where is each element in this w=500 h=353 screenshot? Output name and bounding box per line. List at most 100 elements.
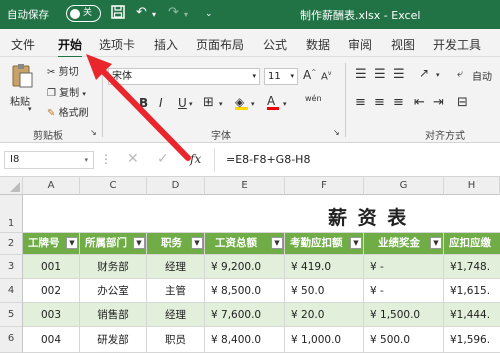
- filter-dropdown-icon[interactable]: ▼: [350, 237, 362, 249]
- tab-data[interactable]: 数据: [306, 36, 330, 53]
- tab-page-layout[interactable]: 页面布局: [196, 36, 244, 53]
- data-cell[interactable]: 主管: [147, 279, 205, 303]
- data-cell[interactable]: 财务部: [80, 255, 147, 279]
- data-cell[interactable]: ¥ 8,400.0: [205, 327, 285, 353]
- save-icon[interactable]: [111, 5, 125, 23]
- data-cell[interactable]: ¥ 8,500.0: [205, 279, 285, 303]
- column-header[interactable]: A: [23, 177, 80, 195]
- data-cell[interactable]: 001: [23, 255, 80, 279]
- data-cell[interactable]: 办公室: [80, 279, 147, 303]
- tab-home[interactable]: 开始: [58, 36, 83, 58]
- data-cell[interactable]: ¥ 1,500.0: [364, 303, 444, 327]
- decrease-indent-icon[interactable]: ⇤: [414, 95, 425, 110]
- header-cell[interactable]: 业绩奖金 ▼: [364, 233, 444, 255]
- data-cell[interactable]: 004: [23, 327, 80, 353]
- tab-file[interactable]: 文件: [11, 36, 35, 53]
- header-cell[interactable]: 职务 ▼: [147, 233, 205, 255]
- phonetic-guide-button[interactable]: wén: [305, 94, 322, 103]
- header-cell[interactable]: 所属部门 ▼: [80, 233, 147, 255]
- row-header[interactable]: 3: [0, 255, 23, 279]
- column-header[interactable]: D: [147, 177, 205, 195]
- filter-dropdown-icon[interactable]: ▼: [430, 237, 442, 249]
- font-color-dropdown-icon[interactable]: ▾: [283, 100, 287, 108]
- align-middle-icon[interactable]: ☰: [374, 67, 386, 82]
- data-cell[interactable]: ¥ 500.0: [364, 327, 444, 353]
- insert-function-button[interactable]: fx: [190, 152, 201, 166]
- shrink-font-button[interactable]: Av: [321, 70, 331, 82]
- data-cell[interactable]: ¥ 20.0: [285, 303, 364, 327]
- customize-toolbar-icon[interactable]: ⌄: [205, 9, 213, 19]
- merge-center-icon[interactable]: ⊟: [457, 95, 468, 110]
- more-options-icon[interactable]: ⋮: [100, 152, 112, 166]
- font-size-box[interactable]: 11 ▾: [264, 68, 298, 85]
- row-header[interactable]: 1: [0, 195, 23, 233]
- tab-insert[interactable]: 插入: [154, 36, 178, 53]
- data-cell[interactable]: ¥ 50.0: [285, 279, 364, 303]
- column-header[interactable]: C: [80, 177, 147, 195]
- undo-dropdown-icon[interactable]: ▾: [152, 10, 156, 19]
- row-header[interactable]: 4: [0, 279, 23, 303]
- font-name-box[interactable]: 宋体 ▾: [108, 68, 260, 85]
- enter-icon[interactable]: ✓: [157, 151, 169, 167]
- data-cell[interactable]: ¥ -: [364, 279, 444, 303]
- tab-developer[interactable]: 开发工具: [433, 36, 481, 53]
- column-header[interactable]: G: [364, 177, 444, 195]
- filter-dropdown-icon[interactable]: ▼: [133, 237, 145, 249]
- align-bottom-icon[interactable]: ☰: [393, 67, 405, 82]
- orientation-icon[interactable]: ↗: [419, 66, 429, 80]
- header-cell[interactable]: 考勤应扣额 ▼: [285, 233, 364, 255]
- data-cell[interactable]: ¥1,615.: [444, 279, 500, 303]
- redo-icon[interactable]: ↷: [168, 5, 179, 20]
- tab-options[interactable]: 选项卡: [99, 36, 135, 53]
- align-top-icon[interactable]: ☰: [355, 67, 367, 82]
- cancel-icon[interactable]: ✕: [127, 151, 139, 167]
- filter-dropdown-icon[interactable]: ▼: [271, 237, 283, 249]
- data-cell[interactable]: ¥ 419.0: [285, 255, 364, 279]
- borders-dropdown-icon[interactable]: ▾: [219, 100, 223, 108]
- data-cell[interactable]: 经理: [147, 303, 205, 327]
- fill-color-dropdown-icon[interactable]: ▾: [251, 100, 255, 108]
- paste-dropdown-icon[interactable]: ▾: [28, 105, 32, 113]
- underline-dropdown-icon[interactable]: ▾: [189, 100, 193, 108]
- name-box[interactable]: I8 ▾: [4, 151, 94, 169]
- format-painter-button[interactable]: ✎ 格式刷: [47, 104, 89, 119]
- filter-dropdown-icon[interactable]: ▼: [191, 237, 203, 249]
- row-header[interactable]: 2: [0, 233, 23, 255]
- select-all-corner[interactable]: [0, 177, 23, 195]
- grow-font-button[interactable]: A^: [303, 68, 316, 82]
- bold-button[interactable]: B: [139, 96, 148, 110]
- row-header[interactable]: 5: [0, 303, 23, 327]
- data-cell[interactable]: 003: [23, 303, 80, 327]
- align-right-icon[interactable]: ≡: [393, 95, 404, 110]
- data-cell[interactable]: ¥ -: [364, 255, 444, 279]
- data-cell[interactable]: ¥ 7,600.0: [205, 303, 285, 327]
- row-header[interactable]: 6: [0, 327, 23, 353]
- cut-button[interactable]: ✂ 剪切: [47, 63, 79, 78]
- align-center-icon[interactable]: ≡: [374, 95, 385, 110]
- wrap-text-label[interactable]: 自动: [472, 68, 492, 83]
- borders-icon[interactable]: ⊞: [203, 95, 214, 110]
- copy-button[interactable]: ❐ 复制 ▾: [47, 84, 86, 99]
- autosave-toggle[interactable]: 关: [66, 5, 101, 22]
- redo-dropdown-icon[interactable]: ▾: [184, 10, 188, 19]
- fill-color-icon[interactable]: ◈: [235, 95, 248, 110]
- data-cell[interactable]: ¥1,444.: [444, 303, 500, 327]
- title-cell[interactable]: 薪 资 表: [23, 195, 500, 233]
- header-cell[interactable]: 应扣应缴: [444, 233, 500, 255]
- header-cell[interactable]: 工牌号 ▼: [23, 233, 80, 255]
- tab-view[interactable]: 视图: [391, 36, 415, 53]
- clipboard-launcher-icon[interactable]: ↘: [90, 128, 97, 137]
- data-cell[interactable]: ¥ 9,200.0: [205, 255, 285, 279]
- align-left-icon[interactable]: ≡: [355, 95, 366, 110]
- data-cell[interactable]: ¥1,596.: [444, 327, 500, 353]
- font-color-button[interactable]: A: [267, 94, 279, 110]
- increase-indent-icon[interactable]: ⇥: [433, 95, 444, 110]
- formula-input[interactable]: =E8-F8+G8-H8: [226, 153, 310, 166]
- undo-icon[interactable]: ↶: [136, 5, 147, 20]
- data-cell[interactable]: ¥ 1,000.0: [285, 327, 364, 353]
- column-header[interactable]: F: [285, 177, 364, 195]
- underline-button[interactable]: U: [178, 96, 187, 110]
- header-cell[interactable]: 工资总额 ▼: [205, 233, 285, 255]
- column-header[interactable]: H: [444, 177, 500, 195]
- tab-formulas[interactable]: 公式: [263, 36, 287, 53]
